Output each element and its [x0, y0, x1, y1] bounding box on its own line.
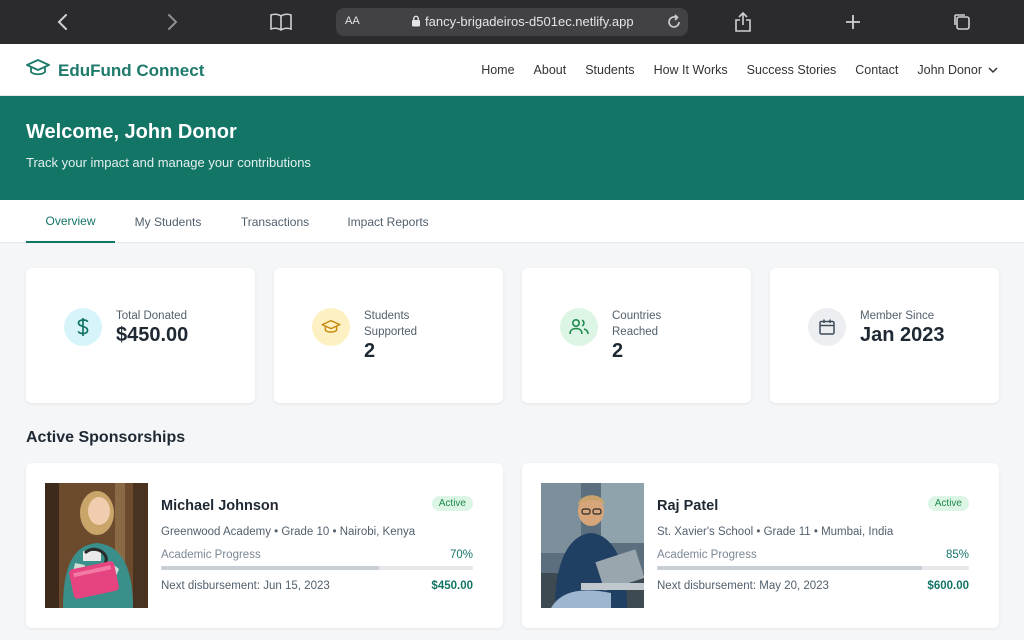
nav-link-success-stories[interactable]: Success Stories — [747, 63, 837, 77]
sponsorship-card[interactable]: Raj Patel Active St. Xavier's School • G… — [522, 463, 999, 628]
tab-my-students[interactable]: My Students — [124, 200, 212, 243]
user-name: John Donor — [917, 62, 982, 77]
brand-name: EduFund Connect — [58, 60, 205, 80]
dashboard-tabs: Overview My Students Transactions Impact… — [0, 200, 1024, 243]
section-title: Active Sponsorships — [26, 429, 186, 446]
stat-label: Countries Reached — [612, 310, 662, 338]
status-badge: Active — [431, 496, 473, 511]
progress-bar — [161, 566, 473, 570]
reload-icon[interactable] — [664, 12, 684, 32]
next-disbursement: Next disbursement: Jun 15, 2023 — [161, 580, 330, 592]
back-icon[interactable] — [50, 9, 76, 35]
progress-label: Academic Progress — [657, 549, 757, 561]
stat-card-total-donated: Total Donated $450.00 — [26, 268, 255, 403]
progress-label: Academic Progress — [161, 549, 261, 561]
tab-overview[interactable]: Overview — [26, 200, 115, 243]
bookmarks-icon[interactable] — [268, 9, 294, 35]
lock-icon — [411, 15, 421, 30]
address-bar[interactable]: AA fancy-brigadeiros-d501ec.netlify.app — [336, 8, 688, 36]
welcome-banner: Welcome, John Donor Track your impact an… — [0, 96, 1024, 200]
nav-link-contact[interactable]: Contact — [855, 63, 898, 77]
stat-label: Students Supported — [364, 310, 418, 338]
status-badge: Active — [927, 496, 969, 511]
page-subtitle: Track your impact and manage your contri… — [26, 155, 311, 170]
stat-value: 2 — [364, 340, 376, 362]
nav-link-how-it-works[interactable]: How It Works — [654, 63, 728, 77]
student-name[interactable]: Michael Johnson — [161, 498, 279, 514]
url-text: fancy-brigadeiros-d501ec.netlify.app — [425, 14, 634, 29]
progress-bar — [657, 566, 969, 570]
progress-value: 85% — [945, 549, 969, 561]
progress-value: 70% — [449, 549, 473, 561]
forward-icon[interactable] — [159, 9, 185, 35]
stat-card-member-since: Member Since Jan 2023 — [770, 268, 999, 403]
new-tab-icon[interactable] — [840, 9, 866, 35]
text-size-button[interactable]: AA — [345, 15, 360, 27]
tabs-overview-icon[interactable] — [949, 9, 975, 35]
nav-links: Home About Students How It Works Success… — [462, 44, 998, 95]
student-details: St. Xavier's School • Grade 11 • Mumbai,… — [657, 526, 894, 538]
chevron-down-icon — [988, 63, 998, 77]
site-navbar: EduFund Connect Home About Students How … — [0, 44, 1024, 96]
dollar-icon — [64, 308, 102, 346]
calendar-icon — [808, 308, 846, 346]
nav-link-about[interactable]: About — [534, 63, 567, 77]
sponsorship-card[interactable]: Michael Johnson Active Greenwood Academy… — [26, 463, 503, 628]
browser-toolbar: AA fancy-brigadeiros-d501ec.netlify.app — [0, 0, 1024, 44]
student-photo — [541, 483, 644, 608]
graduation-cap-icon — [26, 58, 50, 83]
student-details: Greenwood Academy • Grade 10 • Nairobi, … — [161, 526, 416, 538]
next-disbursement: Next disbursement: May 20, 2023 — [657, 580, 829, 592]
stat-value: $450.00 — [116, 324, 189, 346]
page-title: Welcome, John Donor — [26, 121, 237, 143]
share-icon[interactable] — [730, 9, 756, 35]
stat-value: 2 — [612, 340, 624, 362]
disbursement-amount: $600.00 — [927, 580, 969, 592]
student-name[interactable]: Raj Patel — [657, 498, 718, 514]
disbursement-amount: $450.00 — [431, 580, 473, 592]
users-icon — [560, 308, 598, 346]
user-menu[interactable]: John Donor — [917, 63, 998, 77]
stat-card-countries-reached: Countries Reached 2 — [522, 268, 751, 403]
brand-logo[interactable]: EduFund Connect — [26, 58, 204, 83]
graduation-cap-icon — [312, 308, 350, 346]
progress-bar-fill — [657, 566, 923, 570]
tab-impact-reports[interactable]: Impact Reports — [338, 200, 438, 243]
progress-bar-fill — [161, 566, 380, 570]
student-photo — [45, 483, 148, 608]
nav-link-students[interactable]: Students — [585, 63, 634, 77]
stat-label: Total Donated — [116, 310, 187, 322]
stat-label: Member Since — [860, 310, 935, 322]
stat-card-students-supported: Students Supported 2 — [274, 268, 503, 403]
tab-transactions[interactable]: Transactions — [230, 200, 320, 243]
stat-value: Jan 2023 — [860, 324, 945, 346]
nav-link-home[interactable]: Home — [481, 63, 514, 77]
